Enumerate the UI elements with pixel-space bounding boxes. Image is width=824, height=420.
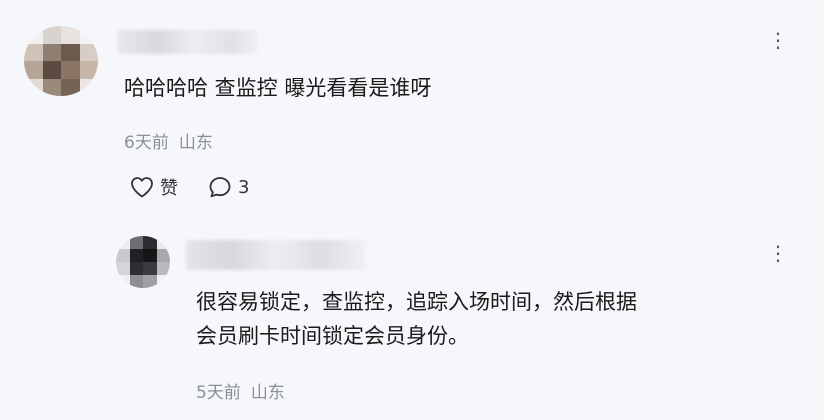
reply-avatar[interactable] xyxy=(116,236,170,288)
like-label: 赞 xyxy=(160,178,178,199)
comment-actions: 赞 3 xyxy=(130,174,249,200)
username-blurred xyxy=(118,30,258,54)
comment-thread: ⋮ 哈哈哈哈 查监控 曝光看看是谁呀 6天前 山东 赞 3 ⋮ 很容易锁定，查监控… xyxy=(0,0,824,420)
reply-count: 3 xyxy=(238,176,250,198)
more-dots-icon[interactable]: ⋮ xyxy=(768,30,789,50)
reply-time: 5天前 xyxy=(196,383,241,403)
comment-meta: 6天前 山东 xyxy=(124,128,213,153)
comment-time: 6天前 xyxy=(124,133,169,153)
reply-text-line: 会员刷卡时间锁定会员身份。 xyxy=(196,323,469,348)
reply-text-line: 很容易锁定，查监控，追踪入场时间，然后根据 xyxy=(196,290,637,314)
reply-count-button[interactable]: 3 xyxy=(208,176,249,198)
reply-meta: 5天前 山东 xyxy=(196,378,285,403)
avatar[interactable] xyxy=(24,26,98,96)
comment-text: 哈哈哈哈 查监控 曝光看看是谁呀 xyxy=(124,76,432,100)
heart-icon xyxy=(131,177,153,198)
comment-location: 山东 xyxy=(178,133,213,153)
reply-username-blurred xyxy=(186,240,366,270)
like-button[interactable]: 赞 xyxy=(130,174,178,200)
reply-location: 山东 xyxy=(250,383,285,403)
comment-bubble-icon xyxy=(209,177,231,198)
reply-text: 很容易锁定，查监控，追踪入场时间，然后根据 会员刷卡时间锁定会员身份。 xyxy=(196,286,796,353)
more-dots-icon[interactable]: ⋮ xyxy=(768,243,789,263)
